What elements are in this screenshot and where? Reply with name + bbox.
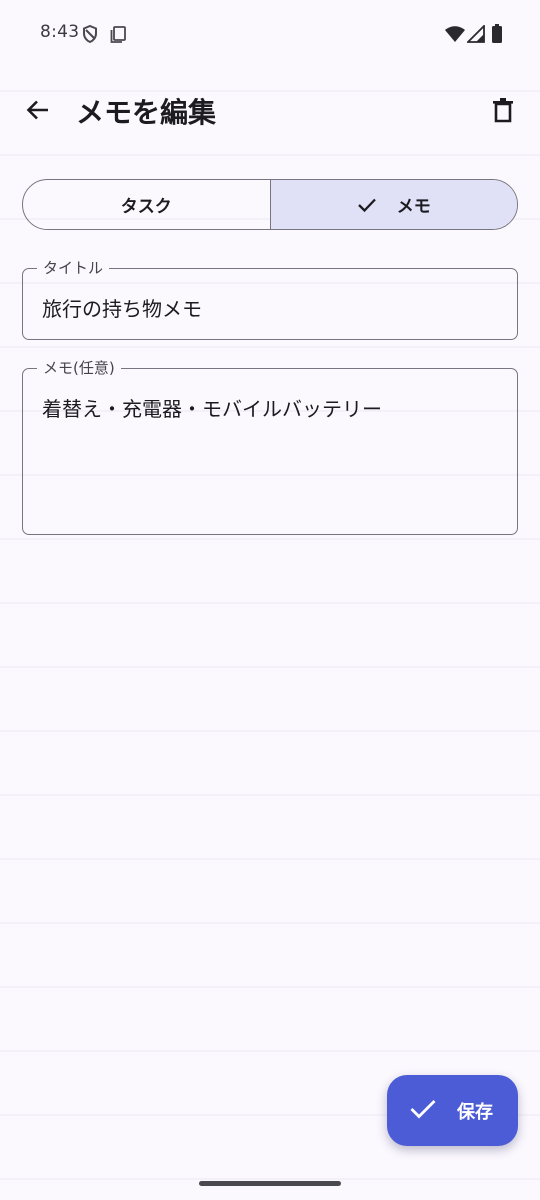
wifi-icon — [444, 25, 466, 47]
signal-icon — [465, 23, 485, 47]
memo-field[interactable]: メモ(任意) 着替え・充電器・モバイルバッテリー — [22, 358, 518, 535]
gesture-navigation-bar[interactable] — [199, 1181, 341, 1186]
segment-task-label: タスク — [120, 197, 172, 217]
check-icon — [409, 1098, 437, 1124]
clipboard-icon — [108, 24, 128, 48]
battery-icon — [491, 24, 503, 48]
shield-icon — [80, 24, 100, 48]
trash-icon — [492, 97, 514, 127]
memo-field-value: 着替え・充電器・モバイルバッテリー — [42, 397, 382, 421]
delete-button[interactable] — [479, 88, 527, 136]
page-title: メモを編集 — [76, 96, 217, 129]
segment-task[interactable]: タスク — [23, 180, 270, 229]
title-field[interactable]: タイトル 旅行の持ち物メモ — [22, 258, 518, 340]
title-field-value: 旅行の持ち物メモ — [42, 297, 202, 321]
check-icon — [357, 197, 377, 213]
save-button[interactable]: 保存 — [387, 1075, 518, 1146]
title-field-label: タイトル — [37, 258, 110, 278]
status-bar: 8:43 — [0, 0, 540, 68]
arrow-back-icon — [25, 97, 51, 127]
back-button[interactable] — [14, 88, 62, 136]
segment-memo-label: メモ — [396, 197, 431, 217]
segment-memo[interactable]: メモ — [269, 180, 517, 229]
app-bar: メモを編集 — [0, 68, 540, 156]
memo-field-label: メモ(任意) — [37, 358, 121, 378]
note-type-toggle: タスク メモ — [22, 179, 518, 230]
save-button-label: 保存 — [457, 1101, 493, 1123]
status-time: 8:43 — [40, 22, 80, 42]
